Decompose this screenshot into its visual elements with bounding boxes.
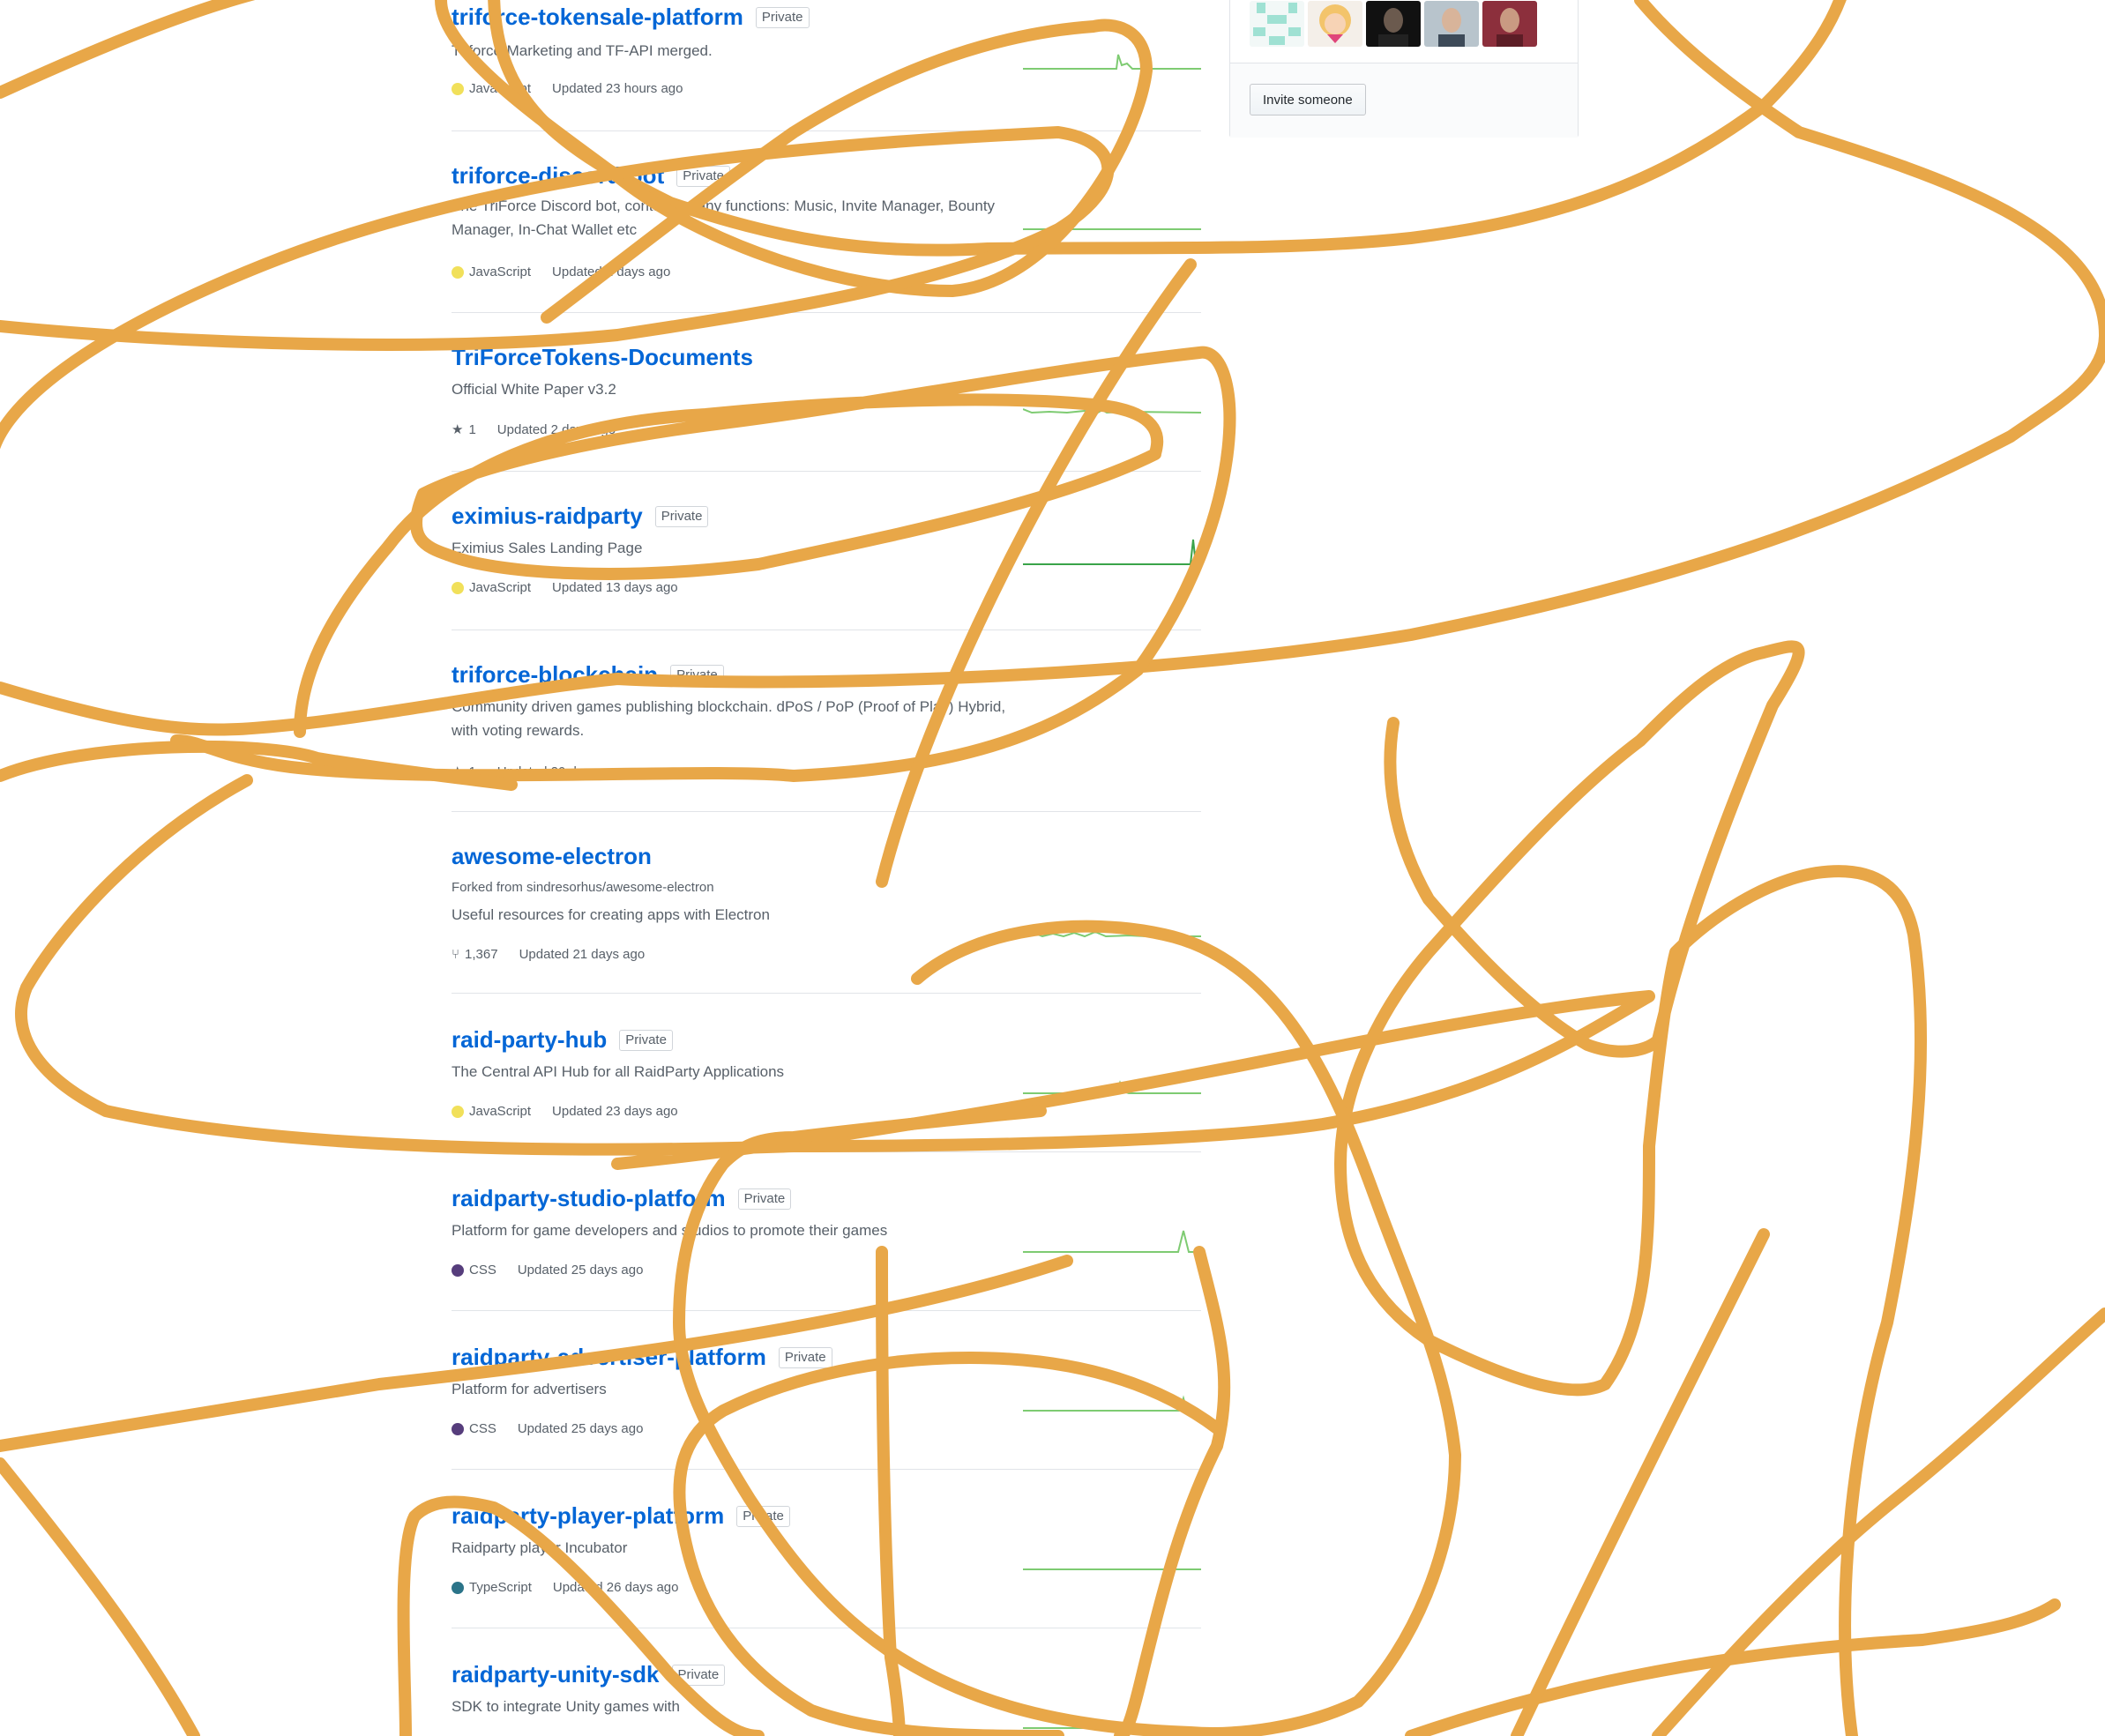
activity-sparkline bbox=[1023, 228, 1201, 230]
repo-updated: Updated 21 days ago bbox=[519, 947, 646, 962]
repo-language: JavaScript bbox=[469, 81, 532, 96]
repo-item: triforce-blockchain Private Community dr… bbox=[452, 630, 1201, 812]
repo-description: Triforce-Marketing and TF-API merged. bbox=[452, 42, 713, 59]
language-color-dot bbox=[452, 1263, 464, 1277]
activity-sparkline bbox=[1023, 930, 1201, 938]
language-color-dot bbox=[452, 581, 464, 594]
avatar-identicon[interactable] bbox=[1250, 1, 1304, 47]
repo-name-link[interactable]: triforce-discord-bot bbox=[452, 162, 664, 190]
repo-description: Community driven games publishing blockc… bbox=[452, 698, 1006, 739]
avatar-dark-photo[interactable] bbox=[1366, 1, 1421, 47]
avatar-red-photo[interactable] bbox=[1482, 1, 1537, 47]
activity-sparkline bbox=[1023, 408, 1201, 414]
avatar-cartoon-girl[interactable] bbox=[1308, 1, 1362, 47]
repo-item: raidparty-advertiser-platform Private Pl… bbox=[452, 1310, 1201, 1470]
repo-updated: Updated 20 days ago bbox=[496, 764, 623, 779]
repo-language: JavaScript bbox=[469, 264, 532, 279]
repo-item: raidparty-studio-platform Private Platfo… bbox=[452, 1151, 1201, 1311]
activity-sparkline bbox=[1023, 1230, 1201, 1253]
private-badge: Private bbox=[671, 1664, 726, 1686]
repo-name-link[interactable]: eximius-raidparty bbox=[452, 503, 643, 530]
activity-sparkline bbox=[1023, 1080, 1201, 1094]
activity-sparkline bbox=[1023, 1395, 1201, 1412]
repo-description: SDK to integrate Unity games with bbox=[452, 1698, 680, 1715]
repo-updated: Updated 26 days ago bbox=[552, 1580, 679, 1595]
repo-language: JavaScript bbox=[469, 580, 532, 595]
repo-description: Platform for advertisers bbox=[452, 1381, 607, 1397]
repo-description: Official White Paper v3.2 bbox=[452, 381, 616, 398]
repo-item: TriForceTokens-Documents Official White … bbox=[452, 312, 1201, 472]
repo-forks: 1,367 bbox=[465, 947, 498, 962]
private-badge: Private bbox=[737, 1188, 792, 1210]
language-color-dot bbox=[452, 82, 464, 95]
repo-description: Eximius Sales Landing Page bbox=[452, 540, 643, 556]
repo-updated: Updated 2 days ago bbox=[552, 264, 671, 279]
repo-name-link[interactable]: triforce-blockchain bbox=[452, 661, 658, 689]
repo-item: triforce-tokensale-platform Private Trif… bbox=[452, 0, 1201, 131]
activity-sparkline bbox=[1023, 54, 1201, 70]
language-color-dot bbox=[452, 1105, 464, 1118]
repo-name-link[interactable]: raidparty-player-platform bbox=[452, 1502, 724, 1530]
repo-item: eximius-raidparty Private Eximius Sales … bbox=[452, 471, 1201, 630]
private-badge: Private bbox=[654, 505, 709, 527]
members-box: Invite someone bbox=[1229, 0, 1579, 138]
repo-item: awesome-electron Forked from sindresorhu… bbox=[452, 811, 1201, 994]
repo-name-link[interactable]: raid-party-hub bbox=[452, 1026, 607, 1054]
repo-description: The Central API Hub for all RaidParty Ap… bbox=[452, 1063, 785, 1080]
repo-name-link[interactable]: TriForceTokens-Documents bbox=[452, 344, 753, 371]
repo-name-link[interactable]: raidparty-advertiser-platform bbox=[452, 1344, 766, 1371]
repo-updated: Updated 13 days ago bbox=[552, 580, 678, 595]
repo-item: raid-party-hub Private The Central API H… bbox=[452, 993, 1201, 1152]
repo-description: The TriForce Discord bot, contains many … bbox=[452, 197, 996, 238]
member-avatars bbox=[1250, 1, 1537, 47]
fork-source-note: Forked from sindresorhus/awesome-electro… bbox=[452, 880, 714, 895]
activity-sparkline bbox=[1023, 1568, 1201, 1570]
repo-item: raidparty-unity-sdk Private SDK to integ… bbox=[452, 1628, 1201, 1736]
repo-updated: Updated 23 days ago bbox=[552, 1104, 678, 1119]
repo-name-link[interactable]: raidparty-unity-sdk bbox=[452, 1661, 660, 1688]
repo-updated: Updated 25 days ago bbox=[517, 1421, 644, 1436]
repo-description: Useful resources for creating apps with … bbox=[452, 906, 770, 923]
repo-updated: Updated 23 hours ago bbox=[552, 81, 683, 96]
repo-item: triforce-discord-bot Private The TriForc… bbox=[452, 130, 1201, 313]
star-icon: ★ bbox=[452, 422, 464, 437]
repo-updated: Updated 25 days ago bbox=[517, 1263, 644, 1278]
private-badge: Private bbox=[676, 165, 730, 187]
private-badge: Private bbox=[619, 1029, 673, 1051]
language-color-dot bbox=[452, 265, 464, 279]
private-badge: Private bbox=[778, 1346, 832, 1368]
language-color-dot bbox=[452, 1581, 464, 1594]
repo-language: TypeScript bbox=[469, 1580, 532, 1595]
repo-item: raidparty-player-platform Private Raidpa… bbox=[452, 1469, 1201, 1628]
repo-language: CSS bbox=[469, 1421, 496, 1436]
repo-stars: 1 bbox=[468, 421, 476, 437]
repo-description: Raidparty player Incubator bbox=[452, 1539, 628, 1556]
repo-language: JavaScript bbox=[469, 1104, 532, 1119]
repo-stars: 1 bbox=[468, 764, 476, 779]
repo-name-link[interactable]: raidparty-studio-platform bbox=[452, 1185, 726, 1212]
language-color-dot bbox=[452, 1422, 464, 1435]
fork-icon: ⑂ bbox=[452, 947, 460, 962]
activity-sparkline bbox=[1023, 1721, 1201, 1729]
star-icon: ★ bbox=[452, 764, 464, 779]
private-badge: Private bbox=[670, 664, 724, 686]
repo-language: CSS bbox=[469, 1263, 496, 1278]
avatar-blond-photo[interactable] bbox=[1424, 1, 1479, 47]
repo-name-link[interactable]: awesome-electron bbox=[452, 843, 652, 870]
private-badge: Private bbox=[755, 6, 810, 28]
activity-sparkline bbox=[1023, 539, 1201, 565]
repo-updated: Updated 2 days ago bbox=[496, 421, 616, 437]
invite-someone-button[interactable]: Invite someone bbox=[1250, 84, 1366, 115]
private-badge: Private bbox=[736, 1505, 790, 1527]
repo-description: Platform for game developers and studios… bbox=[452, 1222, 888, 1239]
repo-name-link[interactable]: triforce-tokensale-platform bbox=[452, 4, 743, 31]
